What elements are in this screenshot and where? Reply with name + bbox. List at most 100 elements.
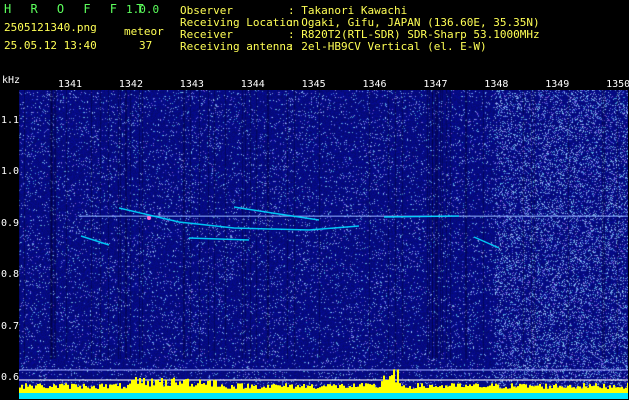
histogram-bar: [345, 387, 347, 393]
histogram-bar: [389, 376, 391, 393]
histogram-bar: [603, 383, 605, 393]
histogram-bar: [133, 379, 135, 393]
histogram-bar: [417, 383, 419, 393]
histogram-bar: [235, 388, 237, 393]
histogram-bar: [201, 383, 203, 393]
histogram-bar: [321, 386, 323, 393]
histogram-bar: [109, 384, 111, 393]
histogram-bar: [177, 385, 179, 393]
histogram-bar: [517, 386, 519, 393]
histogram-bar: [463, 387, 465, 393]
histogram-bar: [575, 388, 577, 393]
histogram-bar: [551, 388, 553, 393]
histogram-bar: [411, 388, 413, 393]
histogram-bar: [565, 387, 567, 393]
histogram-bar: [453, 383, 455, 393]
histogram-bar: [621, 386, 623, 393]
histogram-bar: [127, 384, 129, 393]
x-tick-label: 1345: [301, 79, 326, 90]
histogram-bar: [55, 385, 57, 393]
datetime: 25.05.12 13:40: [4, 39, 97, 52]
histogram-bar: [409, 386, 411, 393]
histogram-bar: [571, 387, 573, 393]
histogram-bar: [437, 387, 439, 393]
histogram-bar: [493, 385, 495, 393]
histogram-bar: [271, 384, 273, 393]
y-tick-label: 1.1: [1, 114, 20, 126]
histogram-bar: [413, 388, 415, 393]
meteor-trace: [383, 215, 460, 218]
histogram-bar: [75, 384, 77, 393]
histogram-bar: [439, 386, 441, 393]
histogram-bar: [233, 386, 235, 393]
histogram-bar: [385, 380, 387, 393]
histogram-bar: [141, 383, 143, 393]
x-tick-label: 1350: [606, 79, 629, 90]
histogram-bar: [277, 385, 279, 393]
histogram-bar: [71, 383, 73, 393]
histogram-bar: [507, 388, 509, 393]
histogram-bar: [281, 386, 283, 393]
histogram-bar: [149, 386, 151, 393]
histogram-bar: [331, 385, 333, 393]
histogram-bar: [169, 385, 171, 393]
histogram-bar: [503, 388, 505, 393]
y-tick-label: 1.0: [1, 166, 20, 178]
histogram-bar: [101, 383, 103, 393]
histogram-bar: [39, 383, 41, 393]
histogram-bar: [215, 380, 217, 393]
histogram-bar: [535, 385, 537, 393]
histogram-bar: [165, 379, 167, 393]
histogram-bar: [217, 386, 219, 393]
histogram-bar: [543, 388, 545, 393]
histogram-bar: [309, 385, 311, 393]
histogram-bar: [501, 388, 503, 393]
histogram-bar: [313, 388, 315, 393]
histogram-bar: [107, 388, 109, 393]
histogram-bar: [299, 387, 301, 393]
histogram-bar: [255, 385, 257, 393]
histogram-bar: [495, 383, 497, 393]
histogram-bar: [155, 380, 157, 393]
meteor-trace: [118, 207, 360, 231]
histogram-bar: [373, 383, 375, 393]
histogram-bar: [323, 385, 325, 393]
histogram-bar: [105, 384, 107, 393]
histogram-bar: [585, 386, 587, 393]
histogram-bar: [343, 385, 345, 393]
histogram-bar: [79, 385, 81, 393]
histogram-bar: [465, 384, 467, 393]
histogram-bar: [357, 386, 359, 393]
histogram-bar: [151, 378, 153, 393]
histogram-bar: [591, 386, 593, 393]
histogram-bar: [249, 388, 251, 393]
histogram-bar: [477, 383, 479, 393]
histogram-bar: [625, 387, 627, 393]
meteor-count: 37: [139, 39, 153, 52]
histogram-bar: [365, 383, 367, 393]
filename: 2505121340.png: [4, 21, 97, 34]
histogram-bar: [561, 386, 563, 393]
histogram-bar: [461, 386, 463, 393]
histogram-bar: [103, 386, 105, 393]
histogram-bar: [505, 386, 507, 393]
histogram-bar: [95, 388, 97, 393]
y-tick-label: 0.8: [1, 269, 20, 281]
histogram-bar: [275, 384, 277, 393]
histogram-bar: [99, 384, 101, 393]
histogram-bar: [117, 386, 119, 393]
histogram-bar: [279, 385, 281, 393]
info-label-antenna: Receiving antenna: [180, 40, 293, 53]
histogram-bar: [619, 387, 621, 393]
histogram-bar: [469, 384, 471, 393]
histogram-bar: [337, 388, 339, 393]
histogram-bar: [327, 384, 329, 393]
histogram-bar: [115, 383, 117, 393]
histogram-bar: [457, 383, 459, 393]
histogram-bar: [33, 388, 35, 393]
histogram-bar: [455, 386, 457, 393]
histogram-bar: [615, 387, 617, 393]
histogram-bar: [181, 383, 183, 393]
histogram-bar: [523, 383, 525, 393]
histogram-bar: [51, 386, 53, 393]
